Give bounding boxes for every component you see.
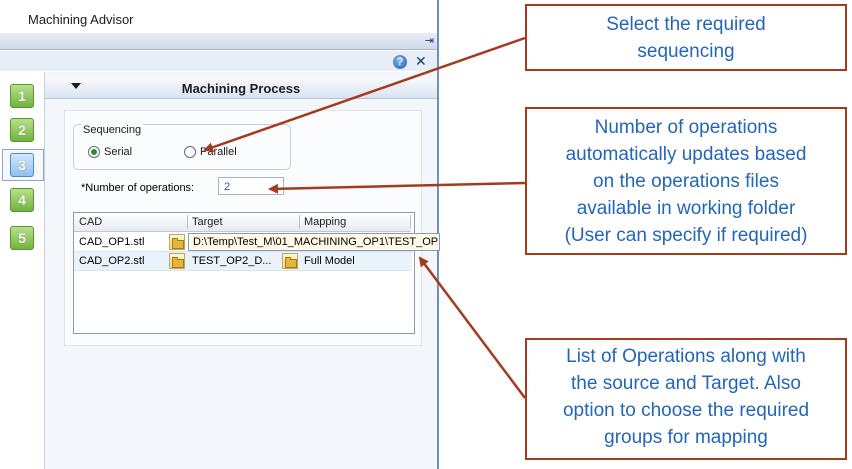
arrow-to-operations-grid [418,256,526,399]
arrow-to-operations-input [268,181,526,194]
callout-arrows [203,36,526,399]
arrow-to-parallel-option [203,36,526,153]
